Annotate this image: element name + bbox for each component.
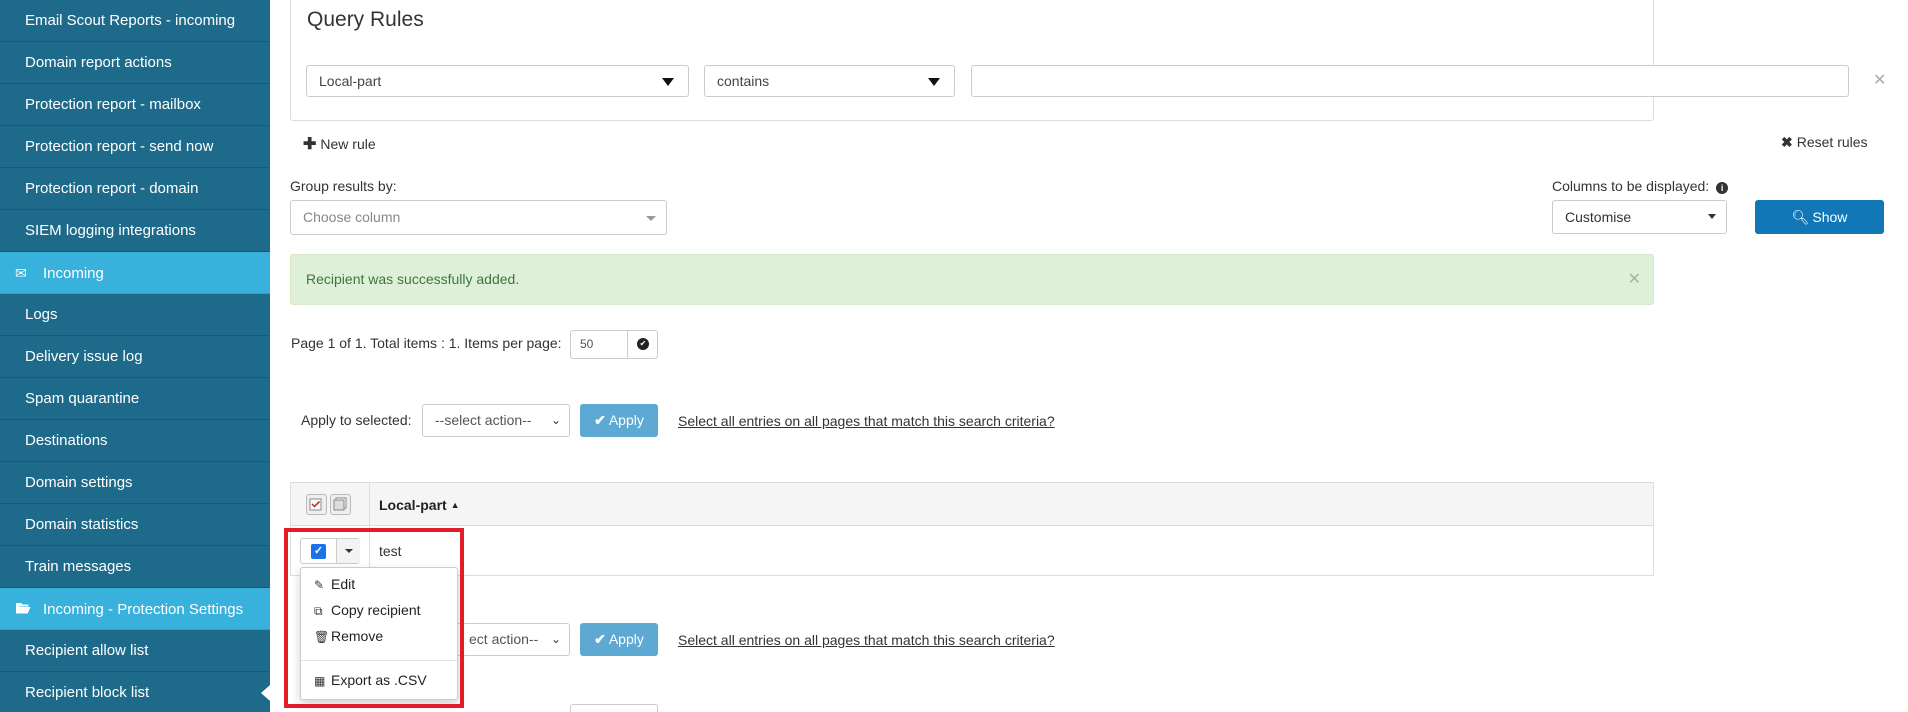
- sidebar-item-label: Protection report - mailbox: [25, 96, 201, 113]
- group-by-label: Group results by:: [290, 178, 397, 194]
- columns-select-value: Customise: [1565, 209, 1632, 225]
- columns-label-text: Columns to be displayed:: [1552, 178, 1710, 194]
- chevron-down-icon: ⌄: [550, 413, 561, 427]
- caret-down-icon: [928, 78, 940, 86]
- main-content: Query Rules Local-part contains ✕ ✚ New r…: [270, 0, 1908, 712]
- sidebar-item-protection-report-mailbox[interactable]: Protection report - mailbox: [0, 84, 270, 126]
- success-alert-message: Recipient was successfully added.: [306, 271, 520, 287]
- rule-operator-value: contains: [717, 73, 770, 89]
- plus-icon: ✚: [303, 136, 317, 153]
- bulk-action-select[interactable]: --select action-- ⌄: [422, 404, 570, 437]
- rule-field-select[interactable]: Local-part: [306, 65, 689, 97]
- chevron-down-icon: ⌄: [550, 632, 561, 646]
- columns-select[interactable]: Customise: [1552, 200, 1727, 234]
- highlight-box: [284, 528, 464, 708]
- sidebar-item-siem-logging-integrations[interactable]: SIEM logging integrations: [0, 210, 270, 252]
- column-header-local-part[interactable]: Local-part ▲: [379, 497, 460, 513]
- rule-value-input[interactable]: [971, 65, 1849, 97]
- check-icon: ✔: [594, 412, 606, 428]
- columns-label: Columns to be displayed: i: [1552, 178, 1729, 194]
- apply-to-selected-label: Apply to selected:: [301, 412, 412, 428]
- sidebar-item-label: Recipient block list: [25, 684, 150, 701]
- items-per-page-submit[interactable]: ✔: [627, 330, 658, 359]
- sidebar-item-label: Recipient allow list: [25, 642, 149, 659]
- sidebar-item-label: Destinations: [25, 432, 108, 449]
- folder-open-icon: [15, 588, 31, 630]
- sidebar-section-incoming[interactable]: ✉ Incoming: [0, 252, 270, 294]
- apply-label-bottom: Apply: [608, 631, 644, 647]
- info-icon[interactable]: i: [1716, 182, 1729, 194]
- bulk-action-value: --select action--: [435, 412, 532, 428]
- sidebar-item-domain-settings[interactable]: Domain settings: [0, 462, 270, 504]
- select-all-icon[interactable]: [330, 494, 351, 515]
- close-icon: ✖: [1781, 134, 1793, 150]
- sidebar-item-protection-report-send-now[interactable]: Protection report - send now: [0, 126, 270, 168]
- search-icon: 🔍︎: [1791, 209, 1810, 225]
- pagination-info: Page 1 of 1. Total items : 1. Items per …: [291, 335, 562, 351]
- sidebar-item-email-scout-reports-incoming[interactable]: Email Scout Reports - incoming: [0, 0, 270, 42]
- results-table: Local-part ▲ ✓ test: [290, 482, 1654, 576]
- sidebar-item-protection-report-domain[interactable]: Protection report - domain: [0, 168, 270, 210]
- sidebar-item-label: Train messages: [25, 558, 132, 575]
- items-per-page-input-bottom[interactable]: [570, 704, 658, 712]
- reset-rules-button[interactable]: ✖ Reset rules: [1781, 134, 1868, 151]
- caret-down-icon: [662, 78, 674, 86]
- sidebar-section-label: Incoming: [43, 265, 104, 282]
- sidebar-item-label: Domain statistics: [25, 516, 139, 533]
- select-all-entries-link[interactable]: Select all entries on all pages that mat…: [678, 413, 1055, 429]
- new-rule-label: New rule: [320, 136, 376, 152]
- sort-up-icon: ▲: [450, 500, 460, 510]
- show-results-button[interactable]: 🔍︎ Show Results: [1755, 200, 1884, 259]
- caret-down-icon: [646, 216, 656, 221]
- reset-rules-label: Reset rules: [1796, 134, 1868, 150]
- sidebar-section-label: Incoming - Protection Settings: [43, 601, 244, 618]
- sidebar-item-label: Protection report - send now: [25, 138, 214, 155]
- sidebar: Email Scout Reports - incoming Domain re…: [0, 0, 270, 712]
- select-all-entries-link-bottom[interactable]: Select all entries on all pages that mat…: [678, 632, 1055, 648]
- sidebar-item-label: Domain settings: [25, 474, 133, 491]
- rule-field-value: Local-part: [319, 73, 382, 89]
- group-by-select[interactable]: Choose column: [290, 200, 667, 235]
- sidebar-item-label: Domain report actions: [25, 54, 172, 71]
- sidebar-item-recipient-allow-list[interactable]: Recipient allow list: [0, 630, 270, 672]
- select-page-icon[interactable]: [306, 494, 327, 515]
- sidebar-item-label: Logs: [25, 306, 58, 323]
- sidebar-item-destinations[interactable]: Destinations: [0, 420, 270, 462]
- sidebar-item-recipient-block-list[interactable]: Recipient block list: [0, 672, 270, 712]
- apply-button-bottom[interactable]: ✔ Apply: [580, 623, 658, 656]
- caret-down-icon: [1708, 214, 1716, 219]
- sidebar-item-label: Email Scout Reports - incoming: [25, 12, 236, 29]
- sidebar-item-label: Protection report - domain: [25, 180, 199, 197]
- group-by-placeholder: Choose column: [303, 209, 401, 225]
- sidebar-item-delivery-issue-log[interactable]: Delivery issue log: [0, 336, 270, 378]
- query-rules-panel: Query Rules Local-part contains ✕: [290, 0, 1886, 121]
- check-circle-icon: ✔: [637, 338, 649, 350]
- sidebar-item-label: SIEM logging integrations: [25, 222, 196, 239]
- sidebar-item-logs[interactable]: Logs: [0, 294, 270, 336]
- sidebar-item-label: Delivery issue log: [25, 348, 143, 365]
- page-title: Query Rules: [307, 8, 424, 31]
- alert-close-icon[interactable]: ✕: [1628, 255, 1641, 304]
- table-header: Local-part ▲: [291, 483, 1653, 526]
- remove-rule-icon[interactable]: ✕: [1873, 70, 1886, 90]
- rule-operator-select[interactable]: contains: [704, 65, 955, 97]
- envelope-icon: ✉: [15, 265, 27, 281]
- new-rule-button[interactable]: ✚ New rule: [303, 134, 376, 154]
- sidebar-item-train-messages[interactable]: Train messages: [0, 546, 270, 588]
- sidebar-section-incoming-protection-settings[interactable]: Incoming - Protection Settings: [0, 588, 270, 630]
- success-alert: Recipient was successfully added. ✕: [290, 254, 1654, 305]
- check-icon: ✔: [594, 631, 606, 647]
- sidebar-item-domain-report-actions[interactable]: Domain report actions: [0, 42, 270, 84]
- items-per-page-value: 50: [580, 337, 594, 351]
- items-per-page-input[interactable]: 50: [570, 330, 628, 359]
- apply-label: Apply: [608, 412, 644, 428]
- bulk-action-value-bottom: ect action--: [469, 631, 539, 647]
- sidebar-item-domain-statistics[interactable]: Domain statistics: [0, 504, 270, 546]
- column-header-label: Local-part: [379, 497, 447, 513]
- apply-button[interactable]: ✔ Apply: [580, 404, 658, 437]
- sidebar-item-spam-quarantine[interactable]: Spam quarantine: [0, 378, 270, 420]
- sidebar-item-label: Spam quarantine: [25, 390, 140, 407]
